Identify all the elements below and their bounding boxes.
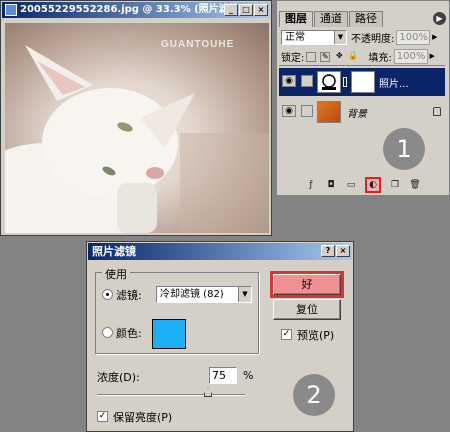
add-mask-icon[interactable]: ◘ <box>325 179 337 191</box>
preserve-luminosity-label: 保留亮度(P) <box>113 411 173 424</box>
ok-button[interactable]: 好 <box>270 271 344 298</box>
opacity-arrow-icon[interactable]: ▶ <box>430 30 439 45</box>
layer-row-photo-filter[interactable]: ◉ 照片... <box>279 68 445 96</box>
layer-name: 背景 <box>347 109 367 120</box>
tab-paths[interactable]: 路径 <box>349 11 383 27</box>
layer-thumbnail <box>317 101 341 123</box>
close-button[interactable]: × <box>336 245 350 257</box>
blend-opacity-row: 正常 ▼ 不透明度: 100% ▶ <box>281 30 439 45</box>
chain-link-icon <box>343 77 347 87</box>
blend-mode-value: 正常 <box>285 32 305 43</box>
filter-radio[interactable] <box>102 289 113 300</box>
lock-position-icon[interactable]: ✥ <box>334 51 344 62</box>
density-label: 浓度(D): <box>97 371 140 384</box>
panel-menu-icon[interactable]: ▶ <box>433 12 446 25</box>
fill-field[interactable]: 100% <box>393 49 428 64</box>
fill-label: 填充: <box>368 53 392 64</box>
preview-checkbox[interactable]: ✓ <box>281 329 292 340</box>
density-input[interactable]: 75 <box>209 367 237 384</box>
eye-icon[interactable]: ◉ <box>282 75 296 87</box>
step-badge-1: 1 <box>383 128 425 170</box>
trash-icon[interactable]: 🗑 <box>409 179 421 191</box>
lock-transparency-icon[interactable] <box>306 51 317 62</box>
new-adjustment-layer-icon[interactable]: ◐ <box>365 177 381 193</box>
adjustment-layer-icon <box>317 71 341 93</box>
chevron-down-icon: ▼ <box>334 31 346 44</box>
use-group: 使用 滤镜: 冷却滤镜 (82) ▼ 颜色: <box>95 266 259 354</box>
layer-list: ◉ 照片... ◉ 背景 1 <box>279 65 445 173</box>
color-label: 颜色: <box>116 327 142 340</box>
reset-button[interactable]: 复位 <box>273 299 341 320</box>
layer-row-background[interactable]: ◉ 背景 <box>279 98 445 126</box>
density-slider-track[interactable] <box>97 394 245 396</box>
photoshop-document-icon <box>5 4 17 16</box>
minimize-button[interactable]: _ <box>224 4 238 16</box>
panel-tabs: 图层 通道 路径 <box>279 11 384 27</box>
new-group-icon[interactable]: ▭ <box>345 179 357 191</box>
filter-select[interactable]: 冷却滤镜 (82) ▼ <box>156 286 252 303</box>
cat-photo-canvas[interactable]: GUANTOUHE <box>5 23 269 233</box>
tab-channels[interactable]: 通道 <box>314 11 348 27</box>
preserve-luminosity-checkbox[interactable]: ✓ <box>97 411 108 422</box>
help-button[interactable]: ? <box>321 245 335 257</box>
document-window: 20055229552286.jpg @ 33.3% (照片滤镜 ... _ □… <box>0 0 272 236</box>
preview-label: 预览(P) <box>297 329 335 342</box>
filter-label: 滤镜: <box>116 289 142 302</box>
layer-name: 照片... <box>379 79 409 90</box>
layer-style-icon[interactable]: ƒ <box>305 179 317 191</box>
new-layer-icon[interactable]: ❐ <box>389 179 401 191</box>
eye-icon[interactable]: ◉ <box>282 105 296 117</box>
layer-mask-thumbnail <box>351 71 375 93</box>
lock-pixels-icon[interactable]: ✎ <box>320 51 331 62</box>
density-unit: % <box>243 369 254 382</box>
density-slider-thumb[interactable] <box>204 388 212 397</box>
document-title: 20055229552286.jpg @ 33.3% (照片滤镜 ... <box>20 4 254 15</box>
color-radio[interactable] <box>102 327 113 338</box>
close-button[interactable]: × <box>254 4 268 16</box>
panel-bottom-toolbar: ƒ ◘ ▭ ◐ ❐ 🗑 <box>279 177 447 193</box>
lock-label: 锁定: <box>281 53 305 64</box>
layer-link-icon[interactable] <box>301 75 313 87</box>
opacity-field[interactable]: 100% <box>396 30 431 45</box>
dialog-titlebar[interactable]: 照片滤镜 ? × <box>88 243 352 260</box>
color-swatch[interactable] <box>152 319 186 349</box>
layers-panel: 图层 通道 路径 ▶ 正常 ▼ 不透明度: 100% ▶ 锁定: ✎ ✥ 🔒 填… <box>276 0 450 196</box>
photo-filter-dialog: 照片滤镜 ? × 使用 滤镜: 冷却滤镜 (82) ▼ 颜色: 好 复位 ✓ 预… <box>86 241 354 432</box>
layer-link-icon[interactable] <box>301 105 313 117</box>
lock-fill-row: 锁定: ✎ ✥ 🔒 填充: 100% ▶ <box>281 49 437 64</box>
tab-layers[interactable]: 图层 <box>279 11 313 27</box>
lock-all-icon[interactable]: 🔒 <box>348 51 358 62</box>
document-titlebar[interactable]: 20055229552286.jpg @ 33.3% (照片滤镜 ... _ □… <box>2 2 270 18</box>
group-label: 使用 <box>102 266 130 282</box>
dialog-title: 照片滤镜 <box>92 245 136 258</box>
maximize-button[interactable]: □ <box>239 4 253 16</box>
filter-select-value: 冷却滤镜 (82) <box>160 289 224 300</box>
photo-watermark: GUANTOUHE <box>161 39 235 50</box>
chevron-down-icon: ▼ <box>238 287 251 302</box>
step-badge-2: 2 <box>293 374 335 416</box>
lock-icon <box>433 107 441 116</box>
blend-mode-select[interactable]: 正常 ▼ <box>281 30 347 45</box>
cat-illustration <box>5 45 269 233</box>
opacity-label: 不透明度: <box>351 34 395 45</box>
fill-arrow-icon[interactable]: ▶ <box>428 49 437 64</box>
